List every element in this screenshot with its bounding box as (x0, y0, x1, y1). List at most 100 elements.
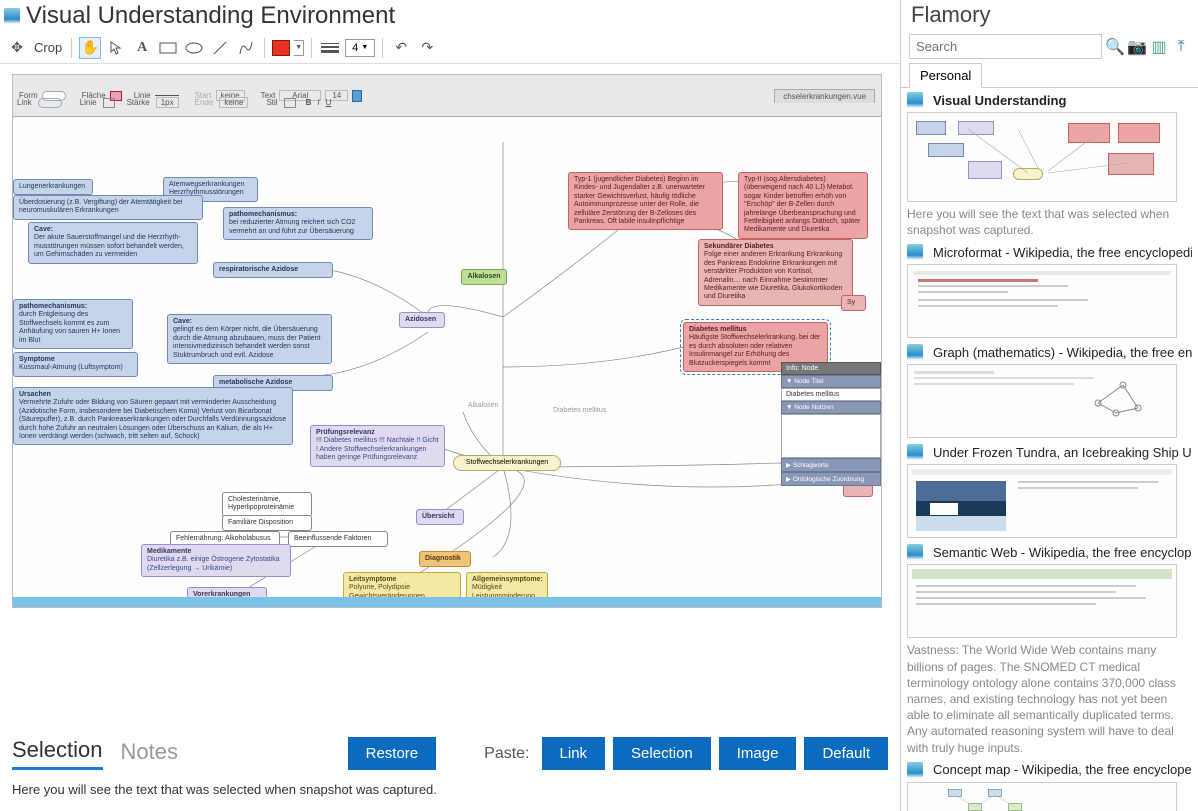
info-schlag[interactable]: ▶ Schlagworte (781, 458, 881, 472)
node-red1[interactable]: Typ-1 (jugendlicher Diabetes) Beginn im … (568, 172, 723, 230)
node-alkalosen[interactable]: Alkalosen (461, 269, 507, 285)
info-node-title[interactable]: ▼ Node Titel (781, 375, 881, 388)
snap-thumb[interactable] (907, 264, 1177, 338)
vue-stil: Stil (266, 98, 277, 107)
freehand-tool-icon[interactable] (235, 37, 257, 59)
tab-selection[interactable]: Selection (12, 737, 103, 770)
screenshot[interactable]: Form Fläche Linie Start keine Text Arial… (12, 74, 882, 608)
snap-thumb[interactable] (907, 782, 1177, 811)
snapshot-item[interactable]: Concept map - Wikipedia, the free encycl… (907, 762, 1192, 811)
paste-link-button[interactable]: Link (542, 737, 606, 770)
n: Symptome (19, 356, 55, 363)
tab-notes[interactable]: Notes (121, 739, 178, 769)
restore-button[interactable]: Restore (348, 737, 437, 770)
snapshot-item[interactable]: Microformat - Wikipedia, the free encycl… (907, 244, 1192, 338)
n: Folge einer anderen Erkrankung Erkrankun… (704, 251, 843, 300)
n: Cave: (173, 318, 192, 325)
snap-icon (907, 92, 923, 108)
node-patho[interactable]: pathomechanismus:bei reduzierter Atmung … (223, 207, 373, 240)
snapshot-item[interactable]: Graph (mathematics) - Wikipedia, the fre… (907, 344, 1192, 438)
canvas-scrollbar[interactable] (13, 597, 881, 607)
snapshot-list[interactable]: Visual Understanding Here you will see t… (901, 88, 1198, 811)
line-weight-value[interactable]: 4 ▼ (345, 39, 375, 57)
node-center[interactable]: Stoffwechselerkrankungen (453, 455, 561, 471)
info-pane: Info: Node ▼ Node Titel Diabetes mellitu… (781, 362, 881, 486)
snap-thumb[interactable] (907, 364, 1177, 438)
node-beein[interactable]: Beeinflussende Faktoren (288, 531, 388, 547)
node-prufung[interactable]: Prüfungsrelevanz!!! Diabetes mellitus !!… (310, 425, 445, 467)
search-row: 🔍 📷 ▥ ⤒ (909, 34, 1190, 59)
node-azidosen[interactable]: Azidosen (399, 312, 445, 328)
vue-link-label: Link (17, 98, 32, 107)
vue-px: 1px (156, 97, 179, 108)
right-pane: Flamory 🔍 📷 ▥ ⤒ Personal Visual Understa… (901, 0, 1198, 811)
hand-tool-icon[interactable]: ✋ (79, 37, 101, 59)
node-chol[interactable]: Cholesterinämie, Hyperlipoproteinämie (222, 492, 312, 517)
right-tabs: Personal (901, 63, 1198, 88)
node-symptome[interactable]: SymptomeKussmaul-Atmung (Luftsymptom) (13, 352, 138, 377)
node-pathom2[interactable]: pathomechanismus:durch Entgleisung des S… (13, 299, 133, 349)
search-input[interactable] (909, 34, 1102, 59)
line-tool-icon[interactable] (209, 37, 231, 59)
pointer-tool-icon[interactable] (105, 37, 127, 59)
sep (71, 38, 72, 58)
page-icon[interactable]: ▥ (1150, 38, 1168, 56)
tab-personal[interactable]: Personal (909, 63, 982, 88)
text-tool-icon[interactable]: A (131, 37, 153, 59)
snap-thumb[interactable] (907, 464, 1177, 538)
node-sy[interactable]: Sy (841, 295, 866, 311)
snapshot-item[interactable]: Visual Understanding Here you will see t… (907, 92, 1192, 238)
snap-title-text: Under Frozen Tundra, an Icebreaking Ship… (933, 445, 1192, 460)
node-medik[interactable]: MedikamenteDiuretika z.B. einige Östroge… (141, 544, 291, 577)
n: Sekundärer Diabetes (704, 243, 774, 250)
n: Vermehrte Zufuhr oder Bildung von Säuren… (19, 399, 286, 440)
search-icon[interactable]: 🔍 (1106, 38, 1124, 56)
collapse-icon[interactable]: ⤒ (1172, 38, 1190, 56)
info-onto[interactable]: ▶ Ontologische Zuordnung (781, 472, 881, 486)
snap-icon (907, 544, 923, 560)
node-lungen[interactable]: Lungenerkrankungen (13, 179, 93, 195)
undo-icon[interactable]: ↶ (390, 37, 412, 59)
info-notes-body[interactable] (781, 414, 881, 458)
color-dropdown-icon[interactable]: ▼ (294, 40, 304, 56)
n: gelingt es dem Körper nicht, die Übersäu… (173, 326, 320, 358)
camera-icon[interactable]: 📷 (1128, 38, 1146, 56)
n: !!! Diabetes mellitus !!! Nachtale !! Gi… (316, 437, 439, 461)
node-cave2[interactable]: Cave:gelingt es dem Körper nicht, die Üb… (167, 314, 332, 364)
app-title: Visual Understanding Environment (26, 2, 395, 30)
n: Prüfungsrelevanz (316, 429, 375, 436)
snapshot-item[interactable]: Under Frozen Tundra, an Icebreaking Ship… (907, 444, 1192, 538)
crop-label[interactable]: Crop (34, 40, 62, 55)
sep (311, 38, 312, 58)
node-vergift[interactable]: Überdosierung (z.B. Vergiftung) der Atem… (13, 195, 203, 220)
vue-keine2: keine (219, 97, 248, 108)
paste-selection-button[interactable]: Selection (613, 737, 711, 770)
info-header: Info: Node (781, 362, 881, 375)
crop-handle-icon[interactable]: ✥ (6, 37, 28, 59)
snapshot-item[interactable]: Semantic Web - Wikipedia, the free encyc… (907, 544, 1192, 755)
n: bei reduzierter Atmung reichert sich CO2… (229, 219, 355, 234)
snap-thumb[interactable] (907, 112, 1177, 202)
info-notes[interactable]: ▼ Node Notizen (781, 401, 881, 414)
line-weight-icon[interactable] (319, 37, 341, 59)
color-swatch[interactable] (272, 40, 290, 56)
redo-icon[interactable]: ↷ (416, 37, 438, 59)
node-red2[interactable]: Typ-II (sog.Altersdiabetes) (überweigend… (738, 172, 868, 239)
vue-canvas[interactable]: Alkalosen Diabetes mellitus Lungenerkran… (13, 117, 881, 607)
node-diagnostik[interactable]: Diagnostik (419, 551, 471, 567)
rect-tool-icon[interactable] (157, 37, 179, 59)
paste-image-button[interactable]: Image (719, 737, 797, 770)
node-uebersicht[interactable]: Übersicht (416, 509, 464, 525)
lbl: Schlagworte (793, 462, 829, 469)
snap-thumb[interactable] (907, 564, 1177, 638)
node-cave1[interactable]: Cave:Der akute Sauerstoffmangel und die … (28, 222, 198, 264)
node-ursachen[interactable]: UrsachenVermehrte Zufuhr oder Bildung vo… (13, 387, 293, 445)
node-famil[interactable]: Familiäre Disposition (222, 515, 312, 531)
svg-text:Alkalosen: Alkalosen (468, 402, 498, 409)
n: pathomechanismus: (19, 303, 87, 310)
paste-default-button[interactable]: Default (804, 737, 888, 770)
bottom-panel: Selection Notes Restore Paste: Link Sele… (0, 729, 900, 811)
node-resp[interactable]: respiratorische Azidose (213, 262, 333, 278)
ellipse-tool-icon[interactable] (183, 37, 205, 59)
node-sek[interactable]: Sekundärer DiabetesFolge einer anderen E… (698, 239, 853, 306)
